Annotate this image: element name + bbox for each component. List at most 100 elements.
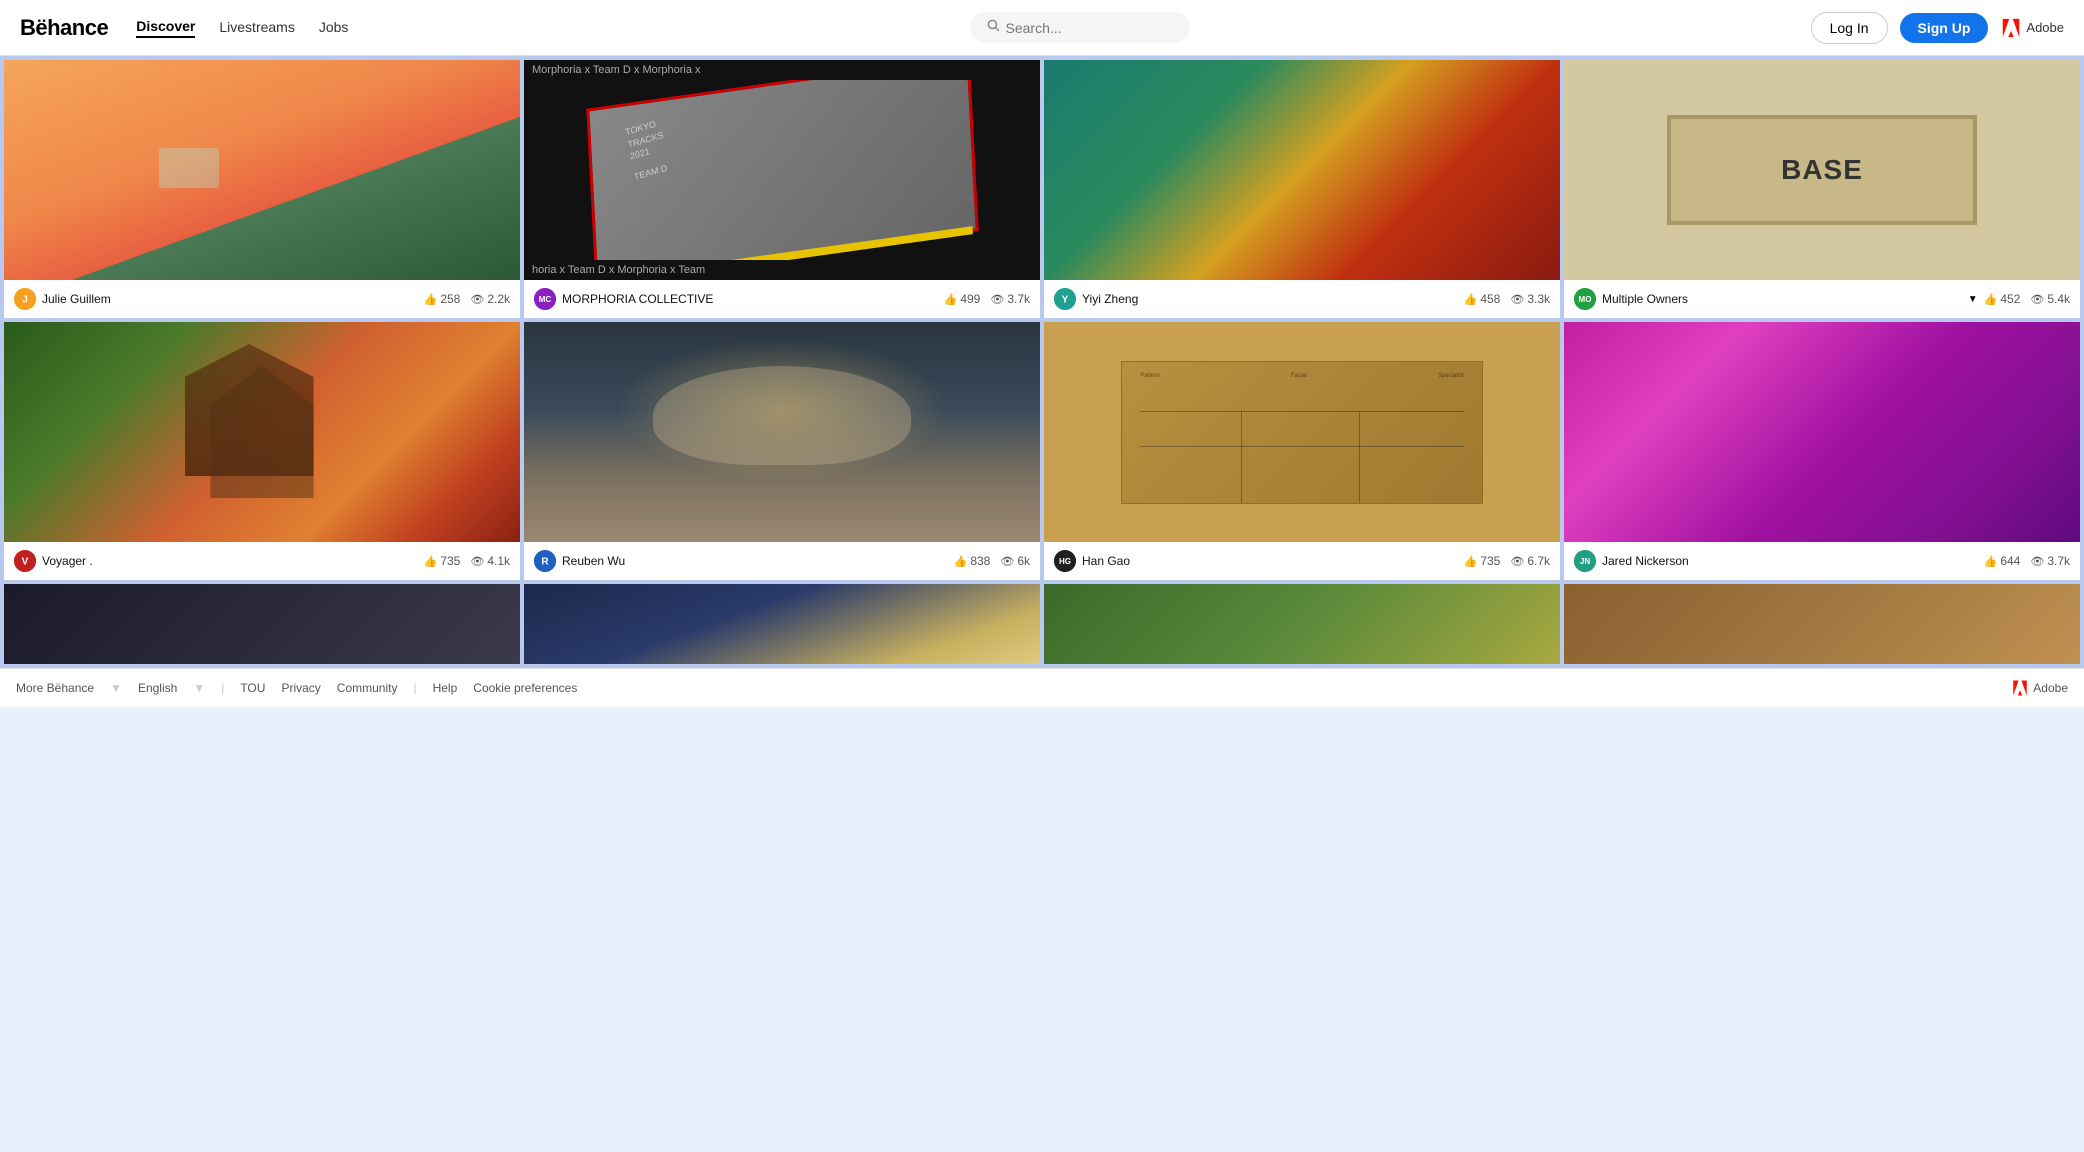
like-count: 735 [1480,554,1500,568]
views-stat: 👁 5.4k [2030,292,2070,306]
footer-more-behance[interactable]: More Bëhance [16,681,94,695]
gallery-card[interactable]: BASE MO Multiple Owners ▼ 👍 452 👁 5.4k [1564,60,2080,318]
avatar: HG [1054,550,1076,572]
gallery-card[interactable] [524,584,1040,664]
dropdown-arrow[interactable]: ▼ [1968,294,1978,305]
view-icon: 👁 [2030,555,2044,568]
gallery-card[interactable] [1044,584,1560,664]
card-footer: HG Han Gao 👍 735 👁 6.7k [1044,542,1560,580]
avatar: V [14,550,36,572]
card-footer: R Reuben Wu 👍 838 👁 6k [524,542,1040,580]
adobe-icon [2000,17,2022,39]
gallery-card[interactable]: V Voyager . 👍 735 👁 4.1k [4,322,520,580]
signup-button[interactable]: Sign Up [1900,13,1989,43]
card-footer: Y Yiyi Zheng 👍 458 👁 3.3k [1044,280,1560,318]
likes-stat: 👍 735 [424,554,461,568]
gallery-card[interactable]: R Reuben Wu 👍 838 👁 6k [524,322,1040,580]
view-icon: 👁 [990,293,1004,306]
footer-separator: | [413,681,416,695]
card-image [4,60,520,280]
card-image [1564,322,2080,542]
likes-stat: 👍 258 [424,292,461,306]
footer-cookie-preferences[interactable]: Cookie preferences [473,681,577,695]
footer-privacy[interactable]: Privacy [281,681,320,695]
like-count: 258 [440,292,460,306]
gallery-card[interactable]: PatternFacialSpecialist HG Han Gao 👍 735… [1044,322,1560,580]
svg-text:MO: MO [1579,295,1592,304]
gallery-card[interactable] [1564,584,2080,664]
card-author: Jared Nickerson [1602,554,1978,568]
avatar: JN [1574,550,1596,572]
card-image: PatternFacialSpecialist [1044,322,1560,542]
gallery-card[interactable]: JN Jared Nickerson 👍 644 👁 3.7k [1564,322,2080,580]
search-icon [986,18,1000,37]
like-count: 458 [1480,292,1500,306]
like-count: 838 [970,554,990,568]
view-icon: 👁 [2030,293,2044,306]
card-stats: 👍 644 👁 3.7k [1984,554,2070,568]
likes-stat: 👍 735 [1464,554,1501,568]
search-input[interactable] [1006,20,1174,36]
footer-divider: ▼ [193,681,205,695]
card-stats: 👍 458 👁 3.3k [1464,292,1550,306]
gallery-grid: J Julie Guillem 👍 258 👁 2.2k Morphoria x… [0,56,2084,668]
card-stats: 👍 735 👁 4.1k [424,554,510,568]
avatar: MC [534,288,556,310]
like-count: 644 [2000,554,2020,568]
behance-logo[interactable]: Bëhance [20,15,108,41]
avatar: MO [1574,288,1596,310]
footer-separator: | [221,681,224,695]
views-stat: 👁 3.3k [1510,292,1550,306]
card-footer: MC MORPHORIA COLLECTIVE 👍 499 👁 3.7k [524,280,1040,318]
view-icon: 👁 [1510,293,1524,306]
view-count: 3.7k [1007,292,1030,306]
view-count: 6.7k [1527,554,1550,568]
footer-community[interactable]: Community [337,681,398,695]
views-stat: 👁 2.2k [470,292,510,306]
like-icon: 👍 [424,555,438,568]
main-header: Bëhance Discover Livestreams Jobs Log In… [0,0,2084,56]
nav-discover[interactable]: Discover [136,18,195,38]
views-stat: 👁 4.1k [470,554,510,568]
card-image [524,584,1040,664]
card-footer: MO Multiple Owners ▼ 👍 452 👁 5.4k [1564,280,2080,318]
header-actions: Log In Sign Up Adobe [1811,12,2064,44]
footer-tou[interactable]: TOU [240,681,265,695]
like-icon: 👍 [954,555,968,568]
card-image [4,322,520,542]
card-image [1564,584,2080,664]
avatar: Y [1054,288,1076,310]
login-button[interactable]: Log In [1811,12,1888,44]
card-footer: J Julie Guillem 👍 258 👁 2.2k [4,280,520,318]
view-count: 5.4k [2047,292,2070,306]
footer-help[interactable]: Help [433,681,458,695]
like-count: 499 [960,292,980,306]
card-author: Multiple Owners [1602,292,1962,306]
like-icon: 👍 [944,293,958,306]
nav-jobs[interactable]: Jobs [319,19,349,37]
card-footer: JN Jared Nickerson 👍 644 👁 3.7k [1564,542,2080,580]
card-stats: 👍 258 👁 2.2k [424,292,510,306]
gallery-card[interactable]: Y Yiyi Zheng 👍 458 👁 3.3k [1044,60,1560,318]
search-bar[interactable] [970,12,1190,43]
footer-language[interactable]: English [138,681,177,695]
likes-stat: 👍 499 [944,292,981,306]
gallery-card[interactable]: J Julie Guillem 👍 258 👁 2.2k [4,60,520,318]
card-image [1044,584,1560,664]
likes-stat: 👍 838 [954,554,991,568]
avatar: J [14,288,36,310]
footer-divider: ▼ [110,681,122,695]
likes-stat: 👍 458 [1464,292,1501,306]
gallery-card[interactable]: Morphoria x Team D x Morphoria x TOKYOTR… [524,60,1040,318]
nav-livestreams[interactable]: Livestreams [219,19,294,37]
card-image [524,322,1040,542]
gallery-card[interactable] [4,584,520,664]
page-footer: More Bëhance ▼ English ▼ | TOU Privacy C… [0,668,2084,707]
view-count: 2.2k [487,292,510,306]
card-stats: 👍 499 👁 3.7k [944,292,1030,306]
card-image [1044,60,1560,280]
card-stats: 👍 735 👁 6.7k [1464,554,1550,568]
like-icon: 👍 [1984,293,1998,306]
view-count: 3.3k [1527,292,1550,306]
likes-stat: 👍 452 [1984,292,2021,306]
